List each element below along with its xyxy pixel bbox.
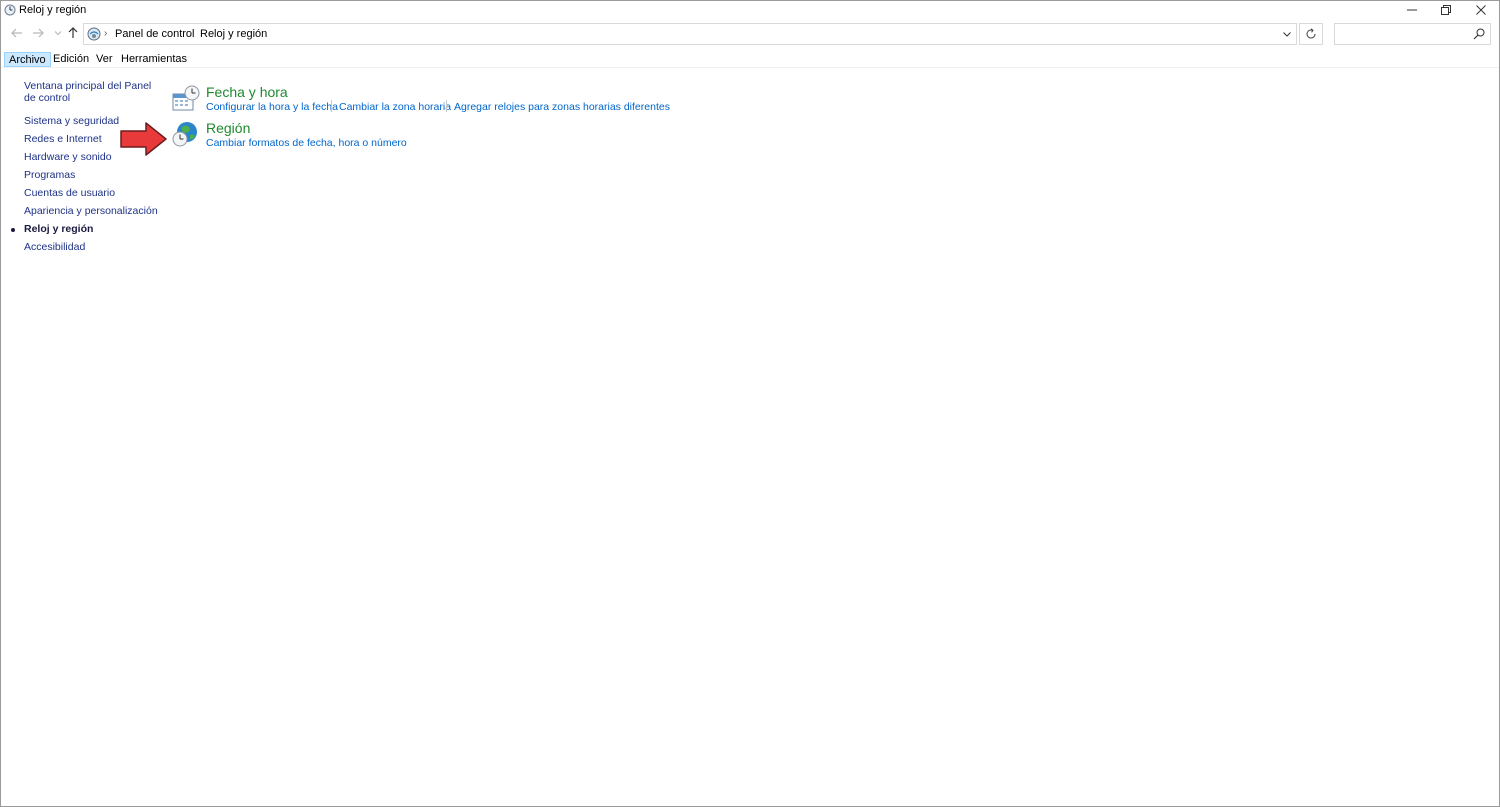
- task-agregar-relojes[interactable]: Agregar relojes para zonas horarias dife…: [454, 101, 670, 113]
- arrow-left-icon: [11, 28, 22, 38]
- menu-archivo[interactable]: Archivo: [4, 52, 51, 67]
- calendar-clock-icon: [172, 85, 200, 111]
- globe-clock-icon: [172, 122, 197, 147]
- task-separator: [446, 100, 447, 112]
- menu-herramientas[interactable]: Herramientas: [117, 52, 191, 67]
- address-bar[interactable]: › Panel de control › Reloj y región: [83, 23, 1297, 45]
- task-separator: [331, 100, 332, 112]
- sidebar: Ventana principal del Panel de control S…: [1, 69, 161, 806]
- task-configurar-hora-fecha[interactable]: Configurar la hora y la fecha: [206, 101, 338, 113]
- section-fecha-y-hora: Fecha y hora Configurar la hora y la fec…: [169, 84, 689, 118]
- sidebar-item-home[interactable]: Ventana principal del Panel de control: [24, 80, 159, 104]
- breadcrumb-reloj-y-region[interactable]: Reloj y región: [200, 28, 267, 40]
- forward-button[interactable]: [30, 25, 46, 41]
- refresh-button[interactable]: [1299, 23, 1323, 45]
- annotation-arrow-icon: [120, 122, 167, 156]
- chevron-down-icon: [1283, 32, 1291, 37]
- task-cambiar-zona-horaria[interactable]: Cambiar la zona horaria: [339, 101, 451, 113]
- restore-icon: [1441, 5, 1451, 15]
- arrow-up-icon: [68, 27, 78, 38]
- control-panel-window: Reloj y región › Panel de control › Relo…: [0, 0, 1500, 807]
- address-dropdown-button[interactable]: [1280, 27, 1294, 41]
- control-panel-icon: [4, 4, 16, 16]
- task-cambiar-formatos[interactable]: Cambiar formatos de fecha, hora o número: [206, 137, 407, 149]
- sidebar-item-reloj-y-region[interactable]: Reloj y región: [24, 223, 159, 235]
- section-title-fecha-y-hora[interactable]: Fecha y hora: [206, 84, 288, 100]
- close-icon: [1476, 5, 1486, 15]
- sidebar-item-cuentas-de-usuario[interactable]: Cuentas de usuario: [24, 187, 159, 199]
- section-title-region[interactable]: Región: [206, 120, 250, 136]
- restore-button[interactable]: [1428, 1, 1464, 19]
- minimize-button[interactable]: [1394, 1, 1430, 19]
- section-region: Región Cambiar formatos de fecha, hora o…: [169, 120, 469, 154]
- menu-edicion[interactable]: Edición: [49, 52, 93, 67]
- search-icon: [1473, 28, 1485, 40]
- menu-bar: Archivo Edición Ver Herramientas: [1, 51, 1499, 68]
- refresh-icon: [1306, 28, 1316, 39]
- control-panel-icon: [87, 27, 101, 41]
- minimize-icon: [1407, 9, 1417, 11]
- search-input[interactable]: [1334, 23, 1491, 45]
- recent-locations-button[interactable]: [50, 25, 66, 41]
- up-button[interactable]: [65, 25, 81, 41]
- sidebar-item-accesibilidad[interactable]: Accesibilidad: [24, 241, 159, 253]
- window-title: Reloj y región: [19, 4, 87, 16]
- breadcrumb-separator: ›: [104, 28, 108, 39]
- sidebar-item-apariencia[interactable]: Apariencia y personalización: [24, 205, 159, 217]
- menu-ver[interactable]: Ver: [92, 52, 117, 67]
- current-item-bullet: [11, 228, 15, 232]
- back-button[interactable]: [9, 25, 25, 41]
- sidebar-item-programas[interactable]: Programas: [24, 169, 159, 181]
- title-bar: Reloj y región: [1, 1, 1499, 19]
- breadcrumb-separator[interactable]: ›: [189, 28, 192, 39]
- close-button[interactable]: [1463, 1, 1499, 19]
- arrow-right-icon: [33, 28, 44, 38]
- navigation-bar: › Panel de control › Reloj y región: [1, 21, 1499, 47]
- breadcrumb-panel-de-control[interactable]: Panel de control: [115, 28, 195, 40]
- chevron-down-icon: [54, 31, 62, 36]
